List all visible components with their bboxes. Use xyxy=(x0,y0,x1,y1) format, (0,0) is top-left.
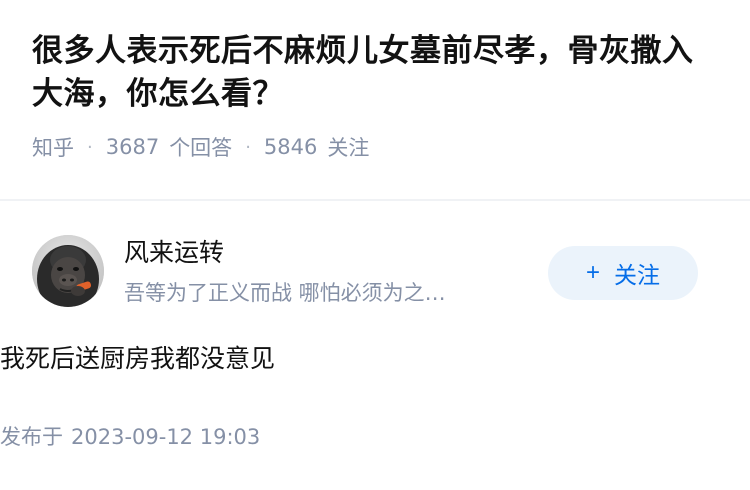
answer-publish-time: 发布于 2023-09-12 19:03 xyxy=(0,423,260,451)
plus-icon: + xyxy=(585,259,600,286)
follow-button[interactable]: + 关注 xyxy=(548,246,698,300)
answer-content[interactable]: 我死后送厨房我都没意见 xyxy=(0,341,275,377)
answers-count: 3687 xyxy=(105,135,160,159)
followers-count: 5846 xyxy=(263,135,318,159)
avatar-image xyxy=(32,235,104,307)
publish-label: 发布于 xyxy=(0,425,63,449)
answer-card: 风来运转 吾等为了正义而战 哪怕必须为之… + 关注 我死后送厨房我都没意见 发… xyxy=(0,201,750,490)
question-title[interactable]: 很多人表示死后不麻烦儿女墓前尽孝，骨灰撒入大海，你怎么看？ xyxy=(32,30,722,116)
meta-separator-dot: · xyxy=(245,136,251,158)
author-bio: 吾等为了正义而战 哪怕必须为之… xyxy=(124,281,446,305)
question-header: 很多人表示死后不麻烦儿女墓前尽孝，骨灰撒入大海，你怎么看？ 知乎 · 3687 … xyxy=(0,0,750,200)
publish-datetime: 2023-09-12 19:03 xyxy=(71,425,261,449)
gorilla-avatar-icon[interactable] xyxy=(32,235,104,307)
meta-separator-dot: · xyxy=(87,136,93,158)
follow-button-label: 关注 xyxy=(614,262,660,288)
author-name[interactable]: 风来运转 xyxy=(124,237,224,269)
zhihu-answer-page: 很多人表示死后不麻烦儿女墓前尽孝，骨灰撒入大海，你怎么看？ 知乎 · 3687 … xyxy=(0,0,750,490)
answers-label: 个回答 xyxy=(169,136,233,160)
followers-label: 关注 xyxy=(327,136,370,160)
source-label[interactable]: 知乎 xyxy=(32,132,74,162)
author-info: 风来运转 吾等为了正义而战 哪怕必须为之… + 关注 xyxy=(32,201,718,311)
question-meta: 知乎 · 3687 个回答 · 5846 关注 xyxy=(32,132,718,162)
